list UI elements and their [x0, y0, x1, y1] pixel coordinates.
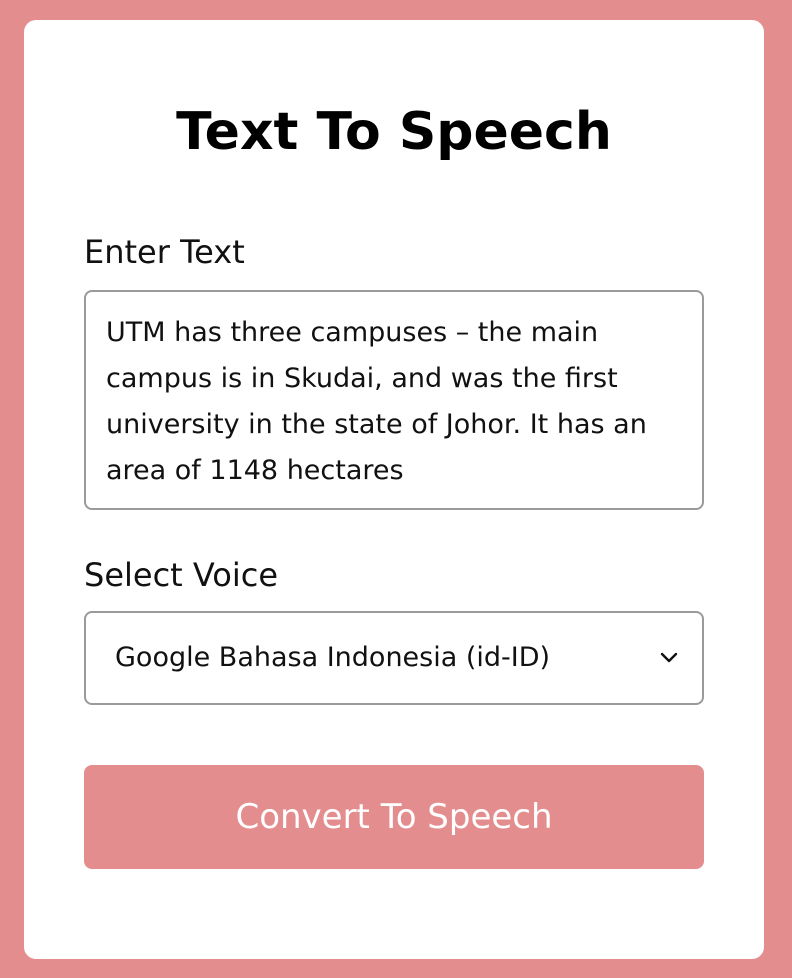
- text-input[interactable]: UTM has three campuses – the main campus…: [84, 290, 704, 510]
- voice-select[interactable]: Google Bahasa Indonesia (id-ID): [84, 611, 704, 705]
- page-title: Text To Speech: [176, 102, 612, 162]
- select-voice-label: Select Voice: [84, 556, 279, 594]
- chevron-down-icon: [660, 652, 678, 663]
- tts-card: Text To Speech Enter Text UTM has three …: [24, 20, 764, 959]
- convert-to-speech-button[interactable]: Convert To Speech: [84, 765, 704, 869]
- enter-text-label: Enter Text: [84, 233, 245, 271]
- voice-select-value: Google Bahasa Indonesia (id-ID): [115, 642, 551, 673]
